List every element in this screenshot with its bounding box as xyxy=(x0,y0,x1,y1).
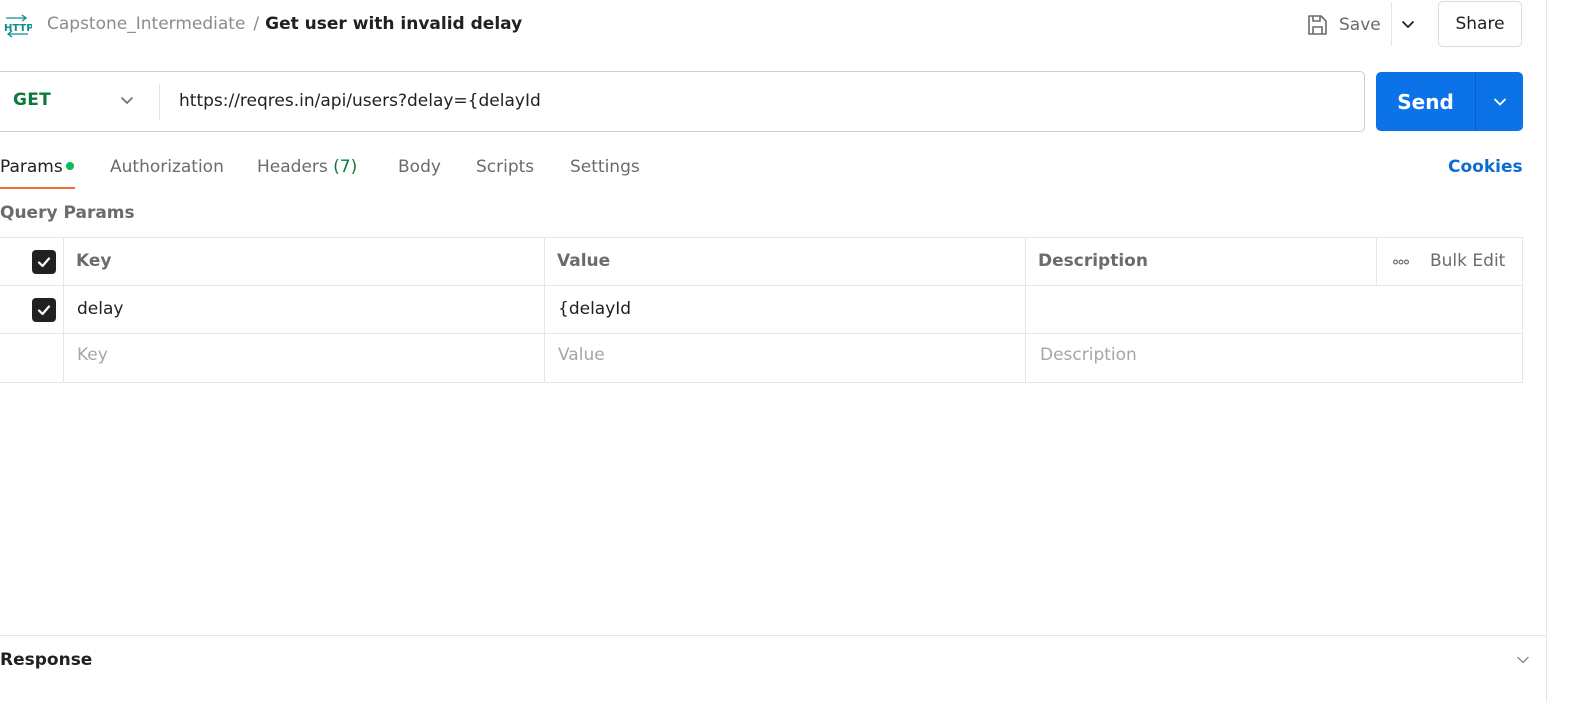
send-button[interactable]: Send xyxy=(1376,72,1475,131)
breadcrumb: Capstone_Intermediate / Get user with inva… xyxy=(47,12,522,36)
send-button-group: Send xyxy=(1376,72,1523,131)
response-title[interactable]: Response xyxy=(0,648,92,672)
breadcrumb-collection[interactable]: Capstone_Intermediate xyxy=(47,14,245,34)
select-all-checkbox[interactable] xyxy=(32,250,56,274)
save-label: Save xyxy=(1339,15,1381,35)
chevron-down-icon[interactable] xyxy=(1397,14,1419,36)
chevron-down-icon xyxy=(1493,98,1506,105)
check-icon xyxy=(37,257,51,268)
check-icon xyxy=(37,305,51,316)
tab-params[interactable]: Params xyxy=(0,155,63,179)
bulk-edit-button[interactable]: Bulk Edit xyxy=(1430,249,1505,273)
column-header-description: Description xyxy=(1038,251,1148,271)
tab-body[interactable]: Body xyxy=(398,155,441,179)
tab-settings[interactable]: Settings xyxy=(570,155,640,179)
chevron-down-icon[interactable] xyxy=(117,91,137,111)
tab-headers[interactable]: Headers (7) xyxy=(257,155,357,179)
save-button[interactable]: Save xyxy=(1305,11,1381,39)
tab-headers-label: Headers xyxy=(257,157,328,177)
table-row-divider xyxy=(0,333,1523,334)
table-row-divider xyxy=(0,285,1523,286)
svg-text:HTTP: HTTP xyxy=(4,23,32,34)
table-col-divider xyxy=(544,237,545,383)
method-select[interactable]: GET xyxy=(13,90,51,110)
params-indicator-dot xyxy=(66,162,74,170)
tab-authorization[interactable]: Authorization xyxy=(110,155,224,179)
response-divider xyxy=(0,635,1546,636)
param-value-cell[interactable]: {delayId xyxy=(558,297,631,321)
more-options-icon[interactable] xyxy=(1392,253,1410,271)
table-col-divider xyxy=(63,237,64,383)
active-tab-underline xyxy=(0,187,75,189)
header-divider xyxy=(1391,2,1392,46)
column-header-value: Value xyxy=(557,251,611,271)
column-header-key: Key xyxy=(76,251,112,271)
http-icon: HTTP xyxy=(4,14,32,38)
share-button[interactable]: Share xyxy=(1438,1,1522,47)
query-params-title: Query Params xyxy=(0,203,135,223)
tab-scripts[interactable]: Scripts xyxy=(476,155,534,179)
send-options-button[interactable] xyxy=(1476,72,1523,131)
chevron-down-icon[interactable] xyxy=(1513,650,1533,670)
url-input[interactable] xyxy=(179,88,1349,114)
new-param-description-input[interactable] xyxy=(1040,343,1500,367)
table-col-divider xyxy=(1025,237,1026,383)
request-title[interactable]: Get user with invalid delay xyxy=(265,14,522,34)
cookies-link[interactable]: Cookies xyxy=(1448,155,1523,179)
new-param-value-input[interactable] xyxy=(558,343,1008,367)
breadcrumb-separator: / xyxy=(253,14,260,34)
param-description-cell[interactable] xyxy=(1040,297,1510,321)
url-divider xyxy=(159,84,160,120)
panel-edge xyxy=(1546,0,1547,702)
param-key-cell[interactable]: delay xyxy=(77,297,123,321)
tab-headers-count: (7) xyxy=(333,157,358,177)
save-icon xyxy=(1308,15,1327,35)
row-checkbox[interactable] xyxy=(32,298,56,322)
table-col-divider xyxy=(1376,237,1377,285)
new-param-key-input[interactable] xyxy=(77,343,527,367)
